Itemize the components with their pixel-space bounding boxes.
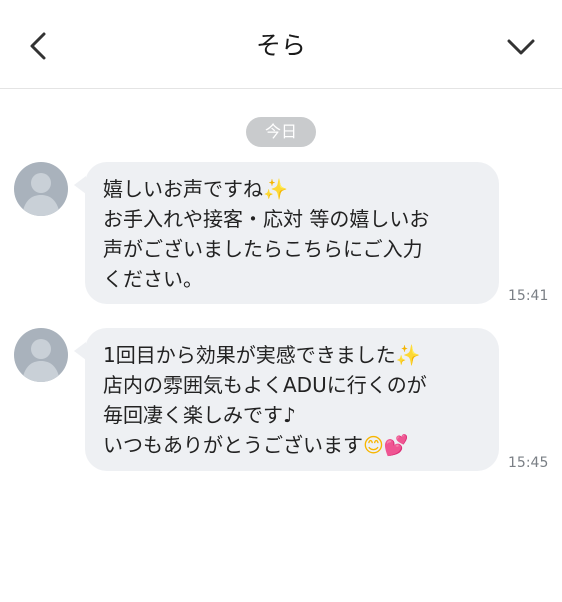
message-line: 毎回凄く楽しみです♪ (103, 403, 296, 427)
two-hearts-icon: 💕 (383, 433, 409, 457)
sparkles-icon: ✨ (395, 343, 421, 367)
message-line: お手入れや接客・応対 等の嬉しいお (103, 207, 430, 231)
message-bubble[interactable]: 嬉しいお声ですね✨ お手入れや接客・応対 等の嬉しいお 声がございましたらこちら… (85, 162, 499, 304)
default-user-icon (14, 162, 68, 216)
chat-title: そら (255, 31, 306, 60)
chat-header: そら (0, 0, 562, 89)
message-line: ください。 (103, 267, 203, 291)
message-line: 嬉しいお声ですね✨ (103, 177, 288, 201)
chevron-down-icon (507, 39, 535, 55)
date-separator: 今日 (246, 117, 316, 147)
message-line: いつもありがとうございます😊💕 (103, 433, 409, 457)
avatar[interactable] (14, 162, 68, 216)
default-user-icon (14, 328, 68, 382)
message-line: 1回目から効果が実感できました✨ (103, 343, 421, 367)
message-bubble[interactable]: 1回目から効果が実感できました✨ 店内の雰囲気もよくADUに行くのが 毎回凄く楽… (85, 328, 499, 471)
menu-toggle-button[interactable] (504, 30, 538, 64)
message-time: 15:45 (508, 455, 549, 471)
message-line: 店内の雰囲気もよくADUに行くのが (103, 373, 427, 397)
sparkles-icon: ✨ (263, 177, 288, 201)
avatar[interactable] (14, 328, 68, 382)
smiling-face-icon: 😊 (363, 433, 384, 457)
message-line: 声がございましたらこちらにご入力 (103, 237, 423, 261)
message-time: 15:41 (508, 288, 549, 304)
